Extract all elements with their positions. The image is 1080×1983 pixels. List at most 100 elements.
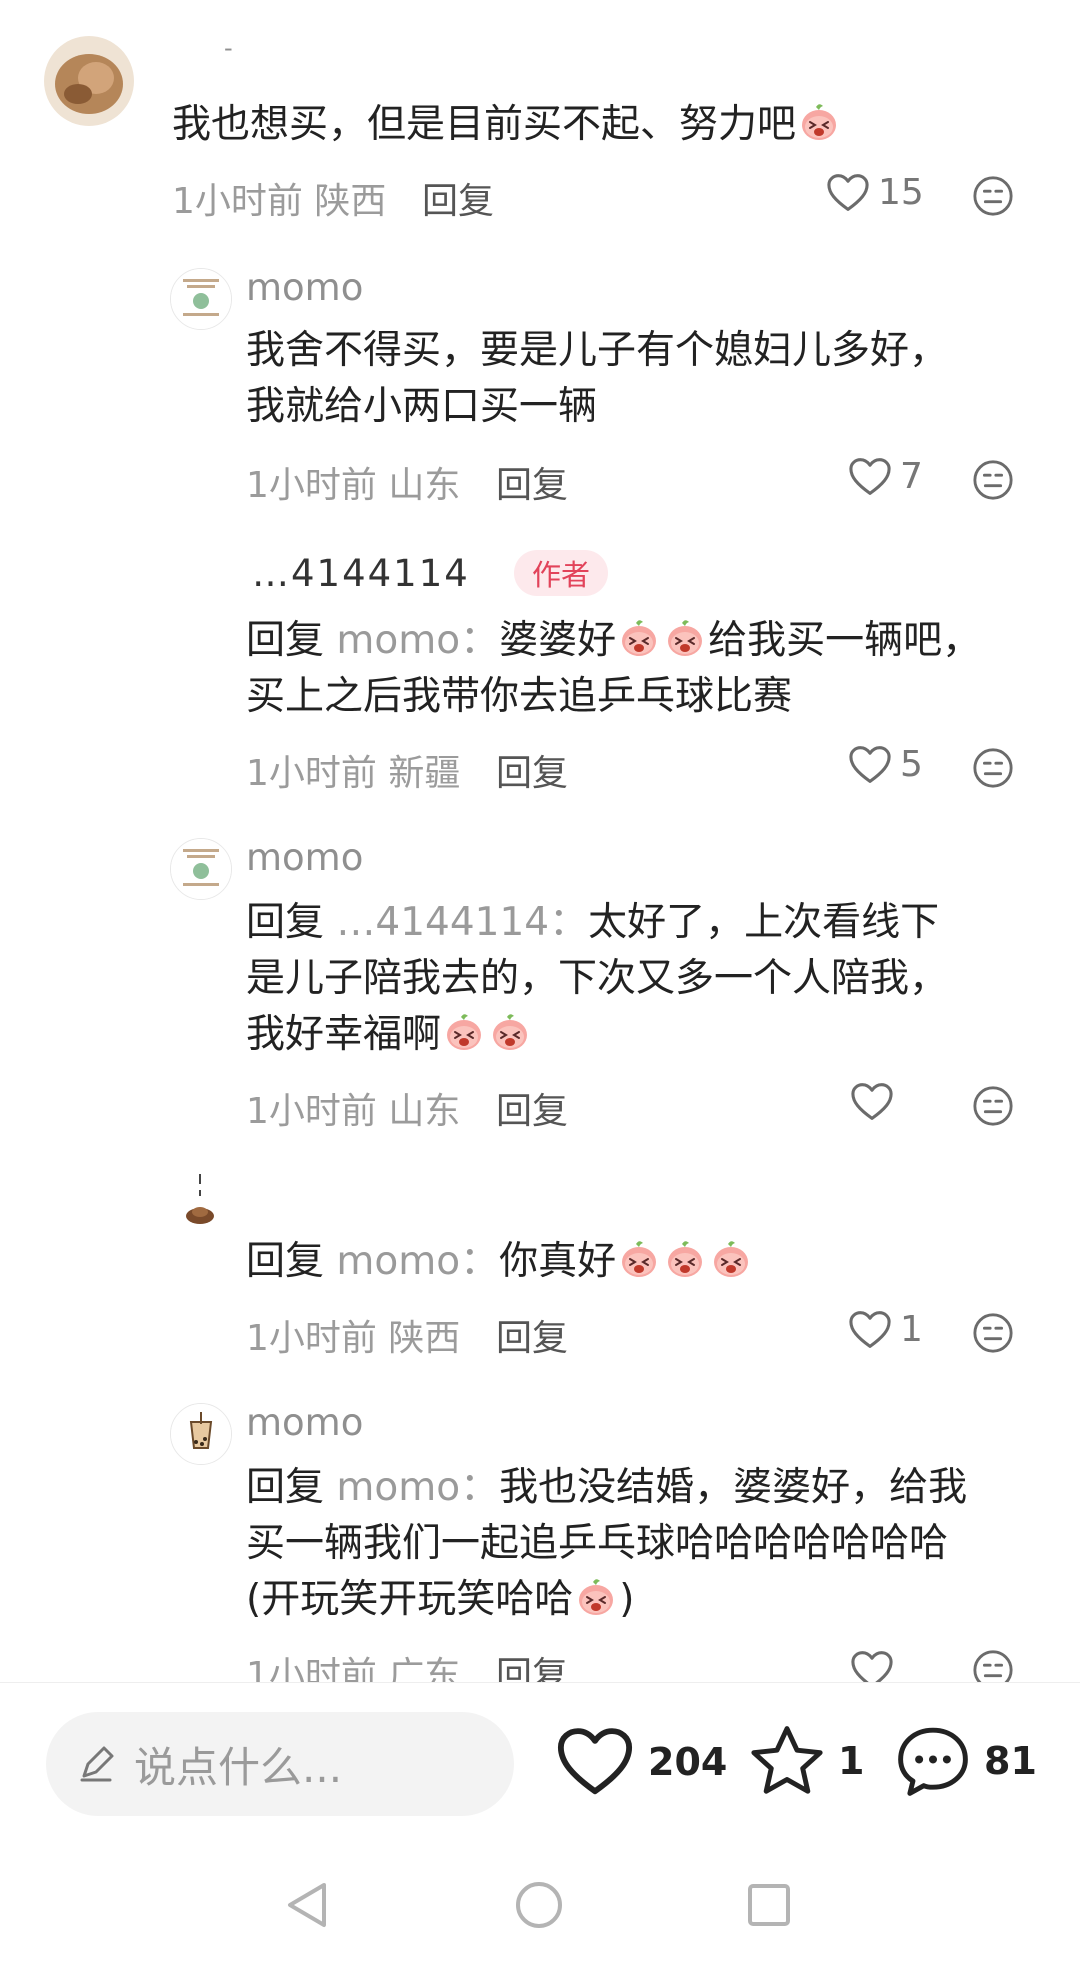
comment-time: 1小时前	[246, 1091, 377, 1132]
like-count: 7	[900, 456, 923, 497]
comment-text-content: 我也想买，但是目前买不起、努力吧	[172, 102, 797, 147]
comment-line: 我好幸福啊	[246, 1007, 948, 1063]
comment-text: 回复 momo：你真好	[246, 1234, 754, 1290]
triangle-back-icon[interactable]	[284, 1880, 330, 1930]
comment-text: 我也想买，但是目前买不起、努力吧	[172, 97, 842, 153]
comment-text: 回复 momo：我也没结婚，婆婆好，给我 买一辆我们一起追乒乓球哈哈哈哈哈哈哈 …	[246, 1460, 967, 1628]
reply-target[interactable]: …4144114	[336, 900, 549, 945]
comments-button[interactable]: 81	[894, 1724, 1037, 1798]
comments-count: 81	[984, 1739, 1037, 1783]
neutral-face-icon[interactable]	[972, 175, 1014, 217]
comment-text: 回复 …4144114：太好了，上次看线下 是儿子陪我去的，下次又多一个人陪我，…	[246, 895, 948, 1063]
square-recent-icon[interactable]	[746, 1882, 792, 1928]
reply-target[interactable]: momo	[336, 1239, 460, 1284]
heart-outline-icon	[848, 1310, 892, 1350]
reply-prefix: 回复	[246, 1239, 325, 1284]
reply-colon: ：	[460, 1239, 500, 1284]
peach-emoji-icon	[443, 1011, 485, 1053]
comment-line: 我舍不得买，要是儿子有个媳妇儿多好，	[246, 328, 949, 373]
commenter-name[interactable]: momo	[246, 836, 363, 879]
like-button[interactable]	[850, 1082, 902, 1122]
avatar[interactable]	[170, 1403, 232, 1465]
reply-colon: ：	[549, 900, 589, 945]
neutral-face-icon[interactable]	[972, 747, 1014, 789]
commenter-name[interactable]: -	[224, 34, 233, 62]
comment-meta: 1小时前 山东	[246, 1082, 460, 1134]
comment-segment: )	[619, 1577, 635, 1622]
reply-target[interactable]: momo	[336, 618, 460, 663]
comment-line: 回复 …4144114：太好了，上次看线下	[246, 895, 948, 951]
reply-prefix: 回复	[246, 1465, 325, 1510]
neutral-face-icon[interactable]	[972, 459, 1014, 501]
commenter-name[interactable]: …4144114	[252, 552, 470, 595]
comment-segment: 给我买一辆吧，	[708, 618, 982, 663]
heart-outline-icon	[850, 1082, 894, 1122]
neutral-face-icon[interactable]	[972, 1085, 1014, 1127]
reply-button[interactable]: 回复	[422, 172, 494, 224]
comment-line: 回复 momo：婆婆好 给我买一辆吧，	[246, 613, 981, 669]
chat-bubble-icon	[898, 1727, 968, 1796]
comment-line: 买上之后我带你去追乒乓球比赛	[246, 674, 793, 719]
commenter-name[interactable]: momo	[246, 266, 363, 309]
reply-target[interactable]: momo	[336, 1465, 460, 1510]
reply-button[interactable]: 回复	[496, 456, 568, 508]
like-count: 15	[878, 172, 924, 213]
reply-button[interactable]: 回复	[496, 1309, 568, 1361]
heart-outline-icon	[848, 457, 892, 497]
comment-line: 回复 momo：我也没结婚，婆婆好，给我	[246, 1460, 967, 1516]
comment-segment: 太好了，上次看线下	[588, 900, 940, 945]
reply-prefix: 回复	[246, 618, 325, 663]
comment-line: 我就给小两口买一辆	[246, 384, 598, 429]
like-count: 1	[900, 1309, 923, 1350]
neutral-face-icon[interactable]	[972, 1312, 1014, 1354]
like-total-button[interactable]: 204	[556, 1726, 727, 1798]
comment-time: 1小时前	[246, 1318, 377, 1359]
comment-text: 我舍不得买，要是儿子有个媳妇儿多好， 我就给小两口买一辆	[246, 323, 948, 435]
peach-emoji-icon	[618, 617, 660, 659]
favorite-count: 1	[838, 1739, 865, 1783]
peach-emoji-icon	[710, 1238, 752, 1280]
like-button[interactable]: 15	[826, 172, 924, 213]
avatar[interactable]	[170, 1168, 230, 1228]
comment-segment: 婆婆好	[499, 618, 617, 663]
reply-button[interactable]: 回复	[496, 1082, 568, 1134]
reply-colon: ：	[460, 618, 500, 663]
like-button[interactable]: 7	[848, 456, 923, 497]
favorite-button[interactable]: 1	[748, 1724, 864, 1798]
like-button[interactable]: 1	[848, 1309, 923, 1350]
comment-time: 1小时前	[172, 181, 303, 222]
heart-outline-icon	[826, 173, 870, 213]
comment-text: 回复 momo：婆婆好 给我买一辆吧， 买上之后我带你去追乒乓球比赛	[246, 613, 981, 725]
comment-line: (开玩笑开玩笑哈哈)	[246, 1572, 967, 1628]
comment-meta: 1小时前 陕西	[246, 1309, 460, 1361]
comment-input[interactable]: 说点什么...	[46, 1712, 514, 1816]
pencil-icon	[80, 1746, 114, 1782]
author-badge: 作者	[514, 550, 609, 596]
comment-location: 山东	[388, 465, 461, 506]
circle-home-icon[interactable]	[514, 1880, 564, 1930]
comment-time: 1小时前	[246, 465, 377, 506]
like-button[interactable]: 5	[848, 744, 923, 785]
comment-meta: 1小时前 陕西	[172, 172, 386, 224]
commenter-name-text: …4144114	[252, 552, 470, 595]
comment-segment: (开玩笑开玩笑哈哈	[246, 1577, 574, 1622]
avatar[interactable]	[170, 838, 232, 900]
comment-segment: 你真好	[499, 1239, 617, 1284]
peach-emoji-icon	[575, 1576, 617, 1618]
avatar[interactable]	[44, 36, 134, 126]
peach-emoji-icon	[664, 1238, 706, 1280]
peach-emoji-icon	[664, 617, 706, 659]
heart-outline-icon	[848, 745, 892, 785]
comment-segment: 我也没结婚，婆婆好，给我	[499, 1465, 968, 1510]
peach-emoji-icon	[489, 1011, 531, 1053]
heart-outline-icon	[557, 1728, 633, 1795]
commenter-name[interactable]: momo	[246, 1401, 363, 1444]
like-total-count: 204	[648, 1740, 728, 1784]
comment-time: 1小时前	[246, 753, 377, 794]
reply-button[interactable]: 回复	[496, 744, 568, 796]
comment-location: 山东	[388, 1091, 461, 1132]
comment-line: 回复 momo：你真好	[246, 1234, 754, 1290]
comment-location: 陕西	[388, 1318, 461, 1359]
avatar[interactable]	[170, 268, 232, 330]
peach-emoji-icon	[618, 1238, 660, 1280]
